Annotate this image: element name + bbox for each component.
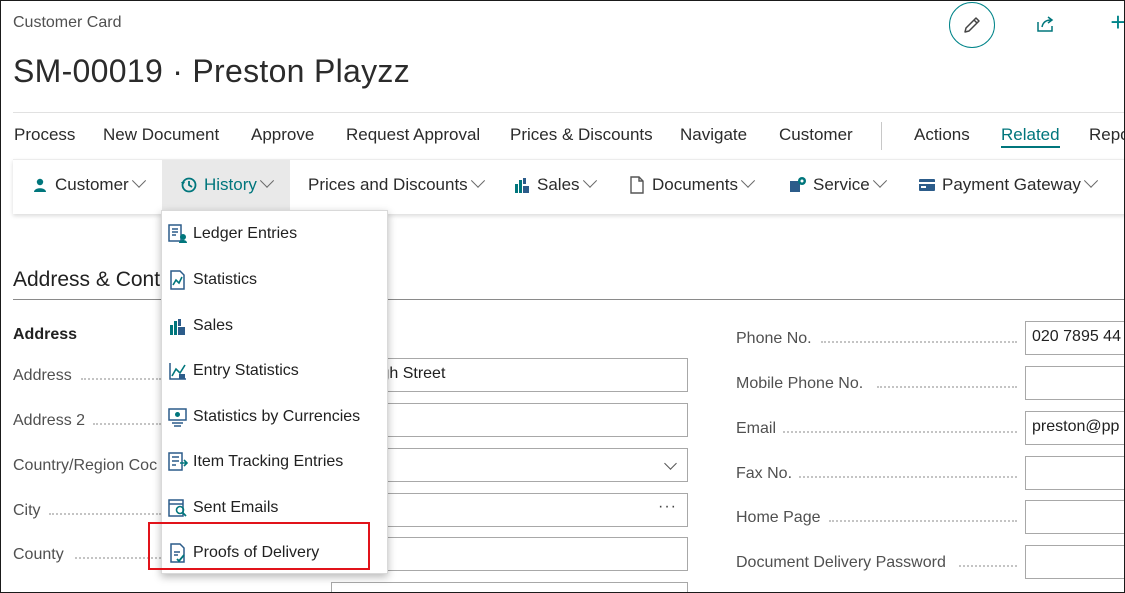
field-label-mobile: Mobile Phone No. bbox=[736, 375, 864, 392]
field-label-country: Country/Region Coc bbox=[13, 457, 158, 474]
chevron-down-icon bbox=[259, 173, 274, 188]
action-prices-discounts[interactable]: Prices & Discounts bbox=[510, 125, 653, 145]
sales-chart-icon bbox=[513, 176, 531, 194]
menu-item-sales[interactable]: Sales bbox=[162, 306, 387, 346]
sub-sales[interactable]: Sales bbox=[513, 160, 597, 210]
person-icon bbox=[31, 176, 49, 194]
card-icon bbox=[918, 176, 936, 194]
field-label-address-2: Address 2 bbox=[13, 412, 86, 429]
related-sub-bar: Customer History Prices and Discounts Sa… bbox=[13, 159, 1124, 214]
sales-chart-icon bbox=[168, 316, 188, 336]
item-tracking-icon bbox=[168, 452, 188, 472]
sub-customer[interactable]: Customer bbox=[31, 160, 146, 210]
action-request-approval[interactable]: Request Approval bbox=[346, 125, 480, 145]
mobile-input[interactable] bbox=[1025, 366, 1124, 400]
sub-documents[interactable]: Documents bbox=[628, 160, 756, 210]
doc-password-input[interactable] bbox=[1025, 545, 1124, 579]
action-process[interactable]: Process bbox=[14, 125, 75, 145]
sent-emails-icon bbox=[168, 498, 188, 518]
phone-input[interactable]: 020 7895 44 bbox=[1025, 321, 1124, 355]
chevron-down-icon bbox=[131, 173, 146, 188]
menu-item-ledger-entries[interactable]: Ledger Entries bbox=[162, 214, 387, 254]
sub-prices-discounts[interactable]: Prices and Discounts bbox=[308, 160, 485, 210]
plus-icon: + bbox=[1110, 6, 1125, 37]
field-dots bbox=[821, 340, 1017, 343]
menu-item-statistics[interactable]: Statistics bbox=[162, 260, 387, 300]
entry-statistics-icon bbox=[168, 361, 188, 381]
share-icon bbox=[1037, 16, 1054, 32]
chevron-down-icon bbox=[872, 173, 887, 188]
action-navigate[interactable]: Navigate bbox=[680, 125, 747, 145]
action-bar: Process New Document Approve Request App… bbox=[1, 122, 1124, 151]
highlight-box-proofs-of-delivery bbox=[148, 522, 370, 570]
field-label-home-page: Home Page bbox=[736, 509, 821, 526]
field-label-doc-password: Document Delivery Password bbox=[736, 554, 946, 571]
edit-button[interactable] bbox=[949, 2, 995, 48]
history-menu: Ledger Entries Statistics Sales Entry St… bbox=[161, 210, 388, 574]
chevron-down-icon bbox=[582, 173, 597, 188]
field-dots bbox=[959, 564, 1017, 567]
menu-item-item-tracking-entries[interactable]: Item Tracking Entries bbox=[162, 442, 387, 482]
field-dots bbox=[49, 512, 161, 515]
section-title: Address & Cont bbox=[13, 268, 161, 291]
share-button[interactable] bbox=[1032, 11, 1058, 37]
chevron-down-icon bbox=[470, 173, 485, 188]
field-dots bbox=[81, 377, 161, 380]
field-label-city: City bbox=[13, 502, 41, 519]
service-icon bbox=[789, 176, 807, 194]
field-dots bbox=[93, 422, 161, 425]
field-dots bbox=[829, 519, 1017, 522]
action-reports[interactable]: Repo bbox=[1089, 125, 1124, 145]
action-new-document[interactable]: New Document bbox=[103, 125, 219, 145]
sub-payment-gateway[interactable]: Payment Gateway bbox=[918, 160, 1098, 210]
sub-history[interactable]: History bbox=[162, 160, 290, 210]
next-field-input[interactable] bbox=[331, 582, 688, 592]
header-divider bbox=[13, 112, 1124, 113]
history-clock-icon bbox=[180, 176, 198, 194]
menu-item-statistics-by-currencies[interactable]: Statistics by Currencies bbox=[162, 397, 387, 437]
chevron-down-icon bbox=[664, 457, 677, 470]
menu-item-entry-statistics[interactable]: Entry Statistics bbox=[162, 351, 387, 391]
field-dots bbox=[783, 430, 1017, 433]
page-title: SM-00019 · Preston Playzz bbox=[13, 53, 410, 89]
sub-service[interactable]: Service bbox=[789, 160, 887, 210]
action-actions[interactable]: Actions bbox=[914, 125, 970, 145]
chevron-down-icon bbox=[740, 173, 756, 188]
action-approve[interactable]: Approve bbox=[251, 125, 314, 145]
customer-card-page: Customer Card SM-00019 · Preston Playzz … bbox=[0, 0, 1125, 593]
field-label-address: Address bbox=[13, 367, 72, 384]
action-separator bbox=[881, 122, 882, 150]
field-dots bbox=[799, 475, 1017, 478]
field-label-email: Email bbox=[736, 420, 777, 437]
lookup-ellipsis-icon[interactable]: ··· bbox=[658, 498, 677, 516]
ledger-icon bbox=[168, 224, 188, 244]
field-label-phone: Phone No. bbox=[736, 330, 812, 347]
document-icon bbox=[628, 176, 646, 194]
email-input[interactable]: preston@pp bbox=[1025, 411, 1124, 445]
action-related[interactable]: Related bbox=[1001, 125, 1060, 148]
currency-icon bbox=[168, 407, 188, 427]
group-title: Address bbox=[13, 326, 78, 343]
action-customer[interactable]: Customer bbox=[779, 125, 853, 145]
card-type-label: Customer Card bbox=[13, 14, 122, 31]
field-dots bbox=[877, 385, 1017, 388]
statistics-icon bbox=[168, 270, 188, 290]
home-page-input[interactable] bbox=[1025, 500, 1124, 534]
new-button[interactable]: + bbox=[1103, 6, 1125, 37]
field-label-county: County bbox=[13, 546, 64, 563]
pencil-icon bbox=[964, 17, 980, 33]
chevron-down-icon bbox=[1083, 173, 1098, 188]
field-label-fax: Fax No. bbox=[736, 465, 793, 482]
fax-input[interactable] bbox=[1025, 456, 1124, 490]
